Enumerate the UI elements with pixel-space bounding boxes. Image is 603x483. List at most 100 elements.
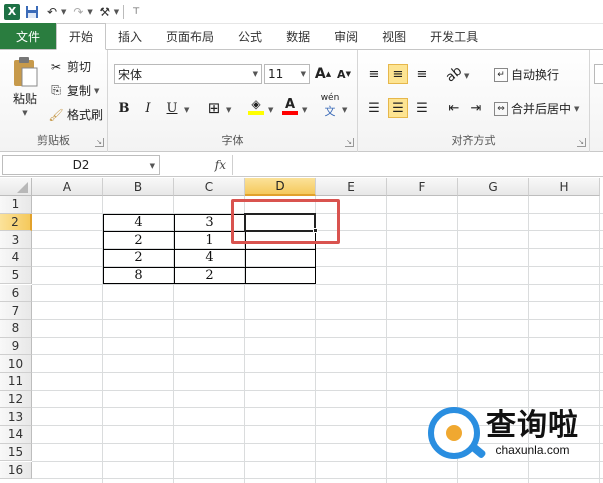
redo-dropdown-icon[interactable]: ▼ (87, 8, 92, 16)
copy-dropdown-icon[interactable]: ▼ (94, 87, 99, 95)
column-header-d[interactable]: D (245, 178, 316, 196)
alignment-launcher-icon[interactable]: ↘ (577, 138, 586, 147)
row-header-15[interactable]: 15 (0, 443, 32, 462)
number-format-combo-partial[interactable] (594, 64, 603, 84)
orientation-dropdown-icon[interactable]: ▼ (464, 72, 469, 80)
row-header-4[interactable]: 4 (0, 249, 32, 267)
name-box[interactable]: D2 ▼ (2, 154, 160, 175)
tab-view[interactable]: 视图 (370, 24, 418, 49)
align-center-button[interactable]: ☰ (388, 98, 408, 118)
clipboard-launcher-icon[interactable]: ↘ (95, 138, 104, 147)
tab-page-layout[interactable]: 页面布局 (154, 24, 226, 49)
row-header-1[interactable]: 1 (0, 196, 32, 214)
tab-formulas[interactable]: 公式 (226, 24, 274, 49)
tools-icon[interactable]: ⚒ (97, 4, 113, 20)
copy-icon: ⎘ (51, 83, 61, 97)
align-middle-button[interactable]: ≡ (388, 64, 408, 84)
cell-c5[interactable]: 2 (174, 267, 245, 285)
row-header-2[interactable]: 2 (0, 213, 32, 232)
decrease-indent-button[interactable]: ⇤ (444, 98, 464, 118)
row-header-10[interactable]: 10 (0, 355, 32, 373)
phonetic-button[interactable]: wén 文 (320, 93, 340, 118)
tab-insert[interactable]: 插入 (106, 24, 154, 49)
font-color-button[interactable]: A (280, 96, 300, 116)
column-header-b[interactable]: B (103, 178, 174, 196)
highlight-annotation-box (231, 198, 340, 245)
orientation-button[interactable]: ab (443, 63, 465, 85)
column-header-c[interactable]: C (174, 178, 245, 196)
redo-icon[interactable]: ↷ (70, 4, 86, 20)
undo-icon[interactable]: ↶ (44, 4, 60, 20)
tab-home[interactable]: 开始 (56, 23, 107, 50)
tab-file[interactable]: 文件 (0, 23, 56, 49)
bold-button[interactable]: B (114, 98, 134, 118)
row-header-16[interactable]: 16 (0, 461, 32, 480)
grow-font-button[interactable]: A ▲ (313, 64, 333, 84)
font-name-combo[interactable]: 宋体 ▼ (114, 64, 262, 84)
row-header-5[interactable]: 5 (0, 266, 32, 285)
undo-dropdown-icon[interactable]: ▼ (61, 8, 66, 16)
tab-review[interactable]: 审阅 (322, 24, 370, 49)
format-painter-button[interactable]: 🖌 格式刷 (48, 106, 103, 123)
tab-data[interactable]: 数据 (274, 24, 322, 49)
increase-indent-button[interactable]: ⇥ (466, 98, 486, 118)
merge-center-button[interactable]: ⇔ 合并后居中 ▼ (494, 100, 579, 117)
row-header-13[interactable]: 13 (0, 408, 32, 427)
shrink-font-button[interactable]: A ▼ (334, 64, 354, 84)
font-color-dropdown-icon[interactable]: ▼ (302, 106, 307, 114)
column-header-e[interactable]: E (316, 178, 387, 196)
font-name-dropdown-icon[interactable]: ▼ (253, 70, 258, 78)
font-launcher-icon[interactable]: ↘ (345, 138, 354, 147)
tools-dropdown-icon[interactable]: ▼ (114, 8, 119, 16)
borders-button[interactable]: ⊞ (204, 98, 224, 118)
copy-button[interactable]: ⎘ 复制 ▼ (48, 82, 99, 99)
insert-function-button[interactable]: fx (160, 155, 232, 175)
wrap-text-label: 自动换行 (511, 68, 560, 82)
formula-bar: D2 ▼ fx (0, 153, 603, 177)
customize-icon[interactable]: ⊤ (128, 4, 144, 20)
cell-b4[interactable]: 2 (103, 249, 174, 267)
grid-row-line (32, 336, 603, 338)
row-header-7[interactable]: 7 (0, 302, 32, 320)
select-all-corner[interactable] (0, 178, 32, 196)
merge-center-label: 合并后居中 (511, 102, 572, 116)
cell-b3[interactable]: 2 (103, 231, 174, 249)
align-bottom-button[interactable]: ≡ (412, 64, 432, 84)
font-size-dropdown-icon[interactable]: ▼ (301, 70, 306, 78)
column-header-f[interactable]: F (387, 178, 458, 196)
borders-dropdown-icon[interactable]: ▼ (226, 106, 231, 114)
row-header-6[interactable]: 6 (0, 284, 32, 303)
align-top-button[interactable]: ≡ (364, 64, 384, 84)
cell-b2[interactable]: 4 (103, 214, 174, 232)
tab-developer[interactable]: 开发工具 (418, 24, 490, 49)
italic-button[interactable]: I (138, 98, 158, 118)
cut-button[interactable]: ✂ 剪切 (48, 58, 91, 75)
excel-app-icon[interactable]: X (4, 3, 20, 20)
row-header-14[interactable]: 14 (0, 426, 32, 444)
column-header-h[interactable]: H (529, 178, 600, 196)
phonetic-dropdown-icon[interactable]: ▼ (342, 106, 347, 114)
name-box-dropdown-icon[interactable]: ▼ (150, 162, 155, 170)
row-header-11[interactable]: 11 (0, 373, 32, 391)
paste-button[interactable]: 粘贴 ▼ (8, 56, 42, 117)
font-size-combo[interactable]: 11 ▼ (264, 64, 310, 84)
paste-dropdown-icon[interactable]: ▼ (22, 109, 27, 117)
fill-color-dropdown-icon[interactable]: ▼ (268, 106, 273, 114)
cell-b5[interactable]: 8 (103, 267, 174, 285)
align-right-button[interactable]: ☰ (412, 98, 432, 118)
merge-center-dropdown-icon[interactable]: ▼ (574, 105, 579, 113)
align-left-button[interactable]: ☰ (364, 98, 384, 118)
row-header-9[interactable]: 9 (0, 337, 32, 356)
underline-dropdown-icon[interactable]: ▼ (184, 106, 189, 114)
save-icon[interactable] (24, 4, 40, 20)
wrap-text-button[interactable]: ↵ 自动换行 (494, 66, 559, 83)
cell-c4[interactable]: 4 (174, 249, 245, 267)
column-header-g[interactable]: G (458, 178, 529, 196)
fill-color-button[interactable]: ◈ (246, 96, 266, 116)
formula-input[interactable] (232, 154, 603, 175)
row-header-8[interactable]: 8 (0, 319, 32, 338)
row-header-3[interactable]: 3 (0, 231, 32, 250)
underline-button[interactable]: U (162, 98, 182, 118)
column-header-a[interactable]: A (32, 178, 103, 196)
row-header-12[interactable]: 12 (0, 390, 32, 409)
